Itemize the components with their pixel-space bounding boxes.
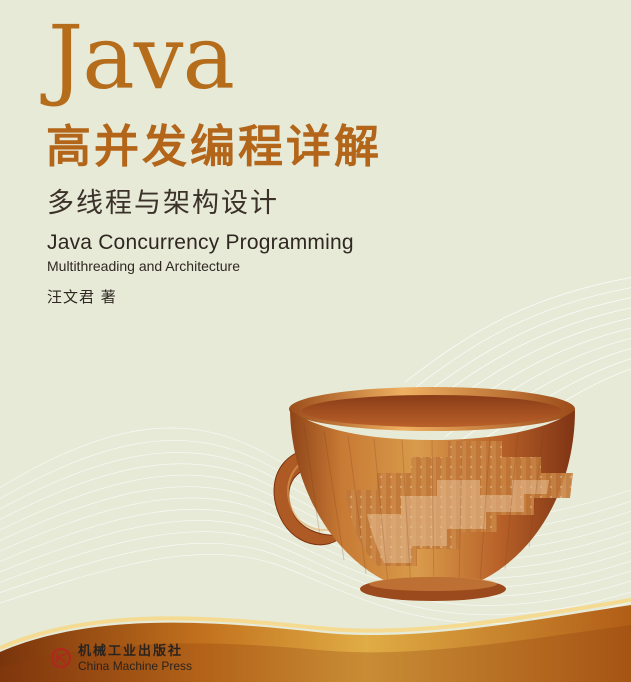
coffee-cup-icon bbox=[273, 387, 575, 601]
english-subtitle: Multithreading and Architecture bbox=[47, 258, 240, 274]
publisher-chinese-name: 机械工业出版社 bbox=[78, 644, 184, 659]
author-label: 汪文君 著 bbox=[47, 288, 117, 306]
cup-inside bbox=[302, 395, 562, 427]
publisher-block: 机械工业出版社 China Machine Press bbox=[50, 645, 220, 676]
book-cover: Java 高并发编程详解 多线程与架构设计 Java Concurrency P… bbox=[0, 0, 631, 682]
english-title: Java Concurrency Programming bbox=[47, 231, 354, 254]
publisher-english-name: China Machine Press bbox=[78, 659, 193, 673]
chinese-title: 高并发编程详解 bbox=[46, 120, 383, 173]
publisher-logo-icon bbox=[51, 648, 71, 668]
java-title: Java bbox=[48, 6, 235, 109]
chinese-subtitle: 多线程与架构设计 bbox=[47, 188, 279, 219]
